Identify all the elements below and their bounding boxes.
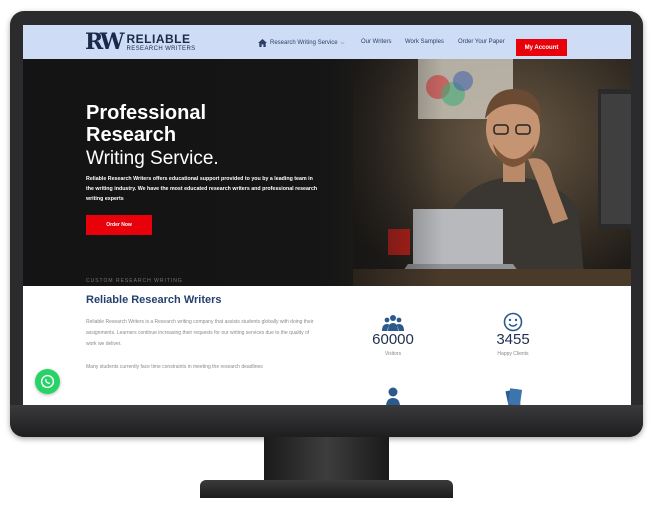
document-icon [505, 388, 523, 405]
monitor-stand-neck [264, 437, 389, 482]
logo-wordmark: RELIABLE RESEARCH WRITERS [127, 33, 196, 52]
nav-item-label: Research Writing Service [270, 40, 338, 46]
monitor-chin [10, 405, 643, 437]
section-eyebrow: CUSTOM RESEARCH WRITING [86, 278, 183, 284]
nav-item-work-samples[interactable]: Work Samples [405, 39, 444, 45]
about-paragraph-2: Many students currently face time constr… [86, 364, 263, 370]
about-paragraph-1: Reliable Research Writers is a Research … [86, 319, 314, 347]
stat-papers [473, 385, 553, 405]
site-logo[interactable]: RW RELIABLE RESEARCH WRITERS [85, 29, 196, 55]
hero-description: Reliable Research Writers offers educati… [86, 176, 318, 202]
home-icon [258, 39, 267, 47]
chevron-down-icon: ⌵ [340, 40, 345, 46]
nav-item-label: Our Writers [361, 39, 392, 45]
whatsapp-button[interactable] [35, 369, 60, 394]
my-account-button[interactable]: My Account [516, 39, 567, 56]
site-header: RW RELIABLE RESEARCH WRITERS Research Wr… [23, 25, 631, 59]
stat-visitors: 60000 Visitors [353, 310, 433, 357]
stat-label: Visitors [384, 351, 402, 357]
person-icon [386, 387, 400, 405]
nav-item-label: Order Your Paper [458, 39, 505, 45]
stat-writers [353, 385, 433, 405]
website-screen: RW RELIABLE RESEARCH WRITERS Research Wr… [23, 25, 631, 405]
stat-value: 3455 [496, 331, 530, 348]
nav-item-research-writing-service[interactable]: Research Writing Service ⌵ [258, 39, 344, 47]
hero-subtitle: Writing Service. [86, 148, 219, 169]
logo-name-top: RELIABLE [126, 31, 191, 46]
hero-section: Professional Research Writing Service. R… [23, 59, 631, 286]
monitor-stand-base [200, 480, 453, 498]
smiley-icon [503, 312, 523, 332]
hero-title: Professional Research [86, 102, 207, 146]
logo-mark: RW [85, 29, 124, 55]
nav-item-order-your-paper[interactable]: Order Your Paper [458, 39, 505, 45]
group-icon [382, 315, 404, 331]
whatsapp-icon [40, 374, 55, 389]
order-now-button[interactable]: Order Now [86, 215, 152, 235]
stat-value: 60000 [372, 331, 414, 348]
hero-overlay [23, 59, 443, 286]
stat-label: Happy Clients [497, 351, 529, 357]
section-title: Reliable Research Writers [86, 294, 222, 306]
nav-item-our-writers[interactable]: Our Writers [361, 39, 392, 45]
logo-name-bottom: RESEARCH WRITERS [126, 45, 196, 52]
nav-item-label: Work Samples [405, 39, 444, 45]
stat-happy-clients: 3455 Happy Clients [473, 310, 553, 357]
